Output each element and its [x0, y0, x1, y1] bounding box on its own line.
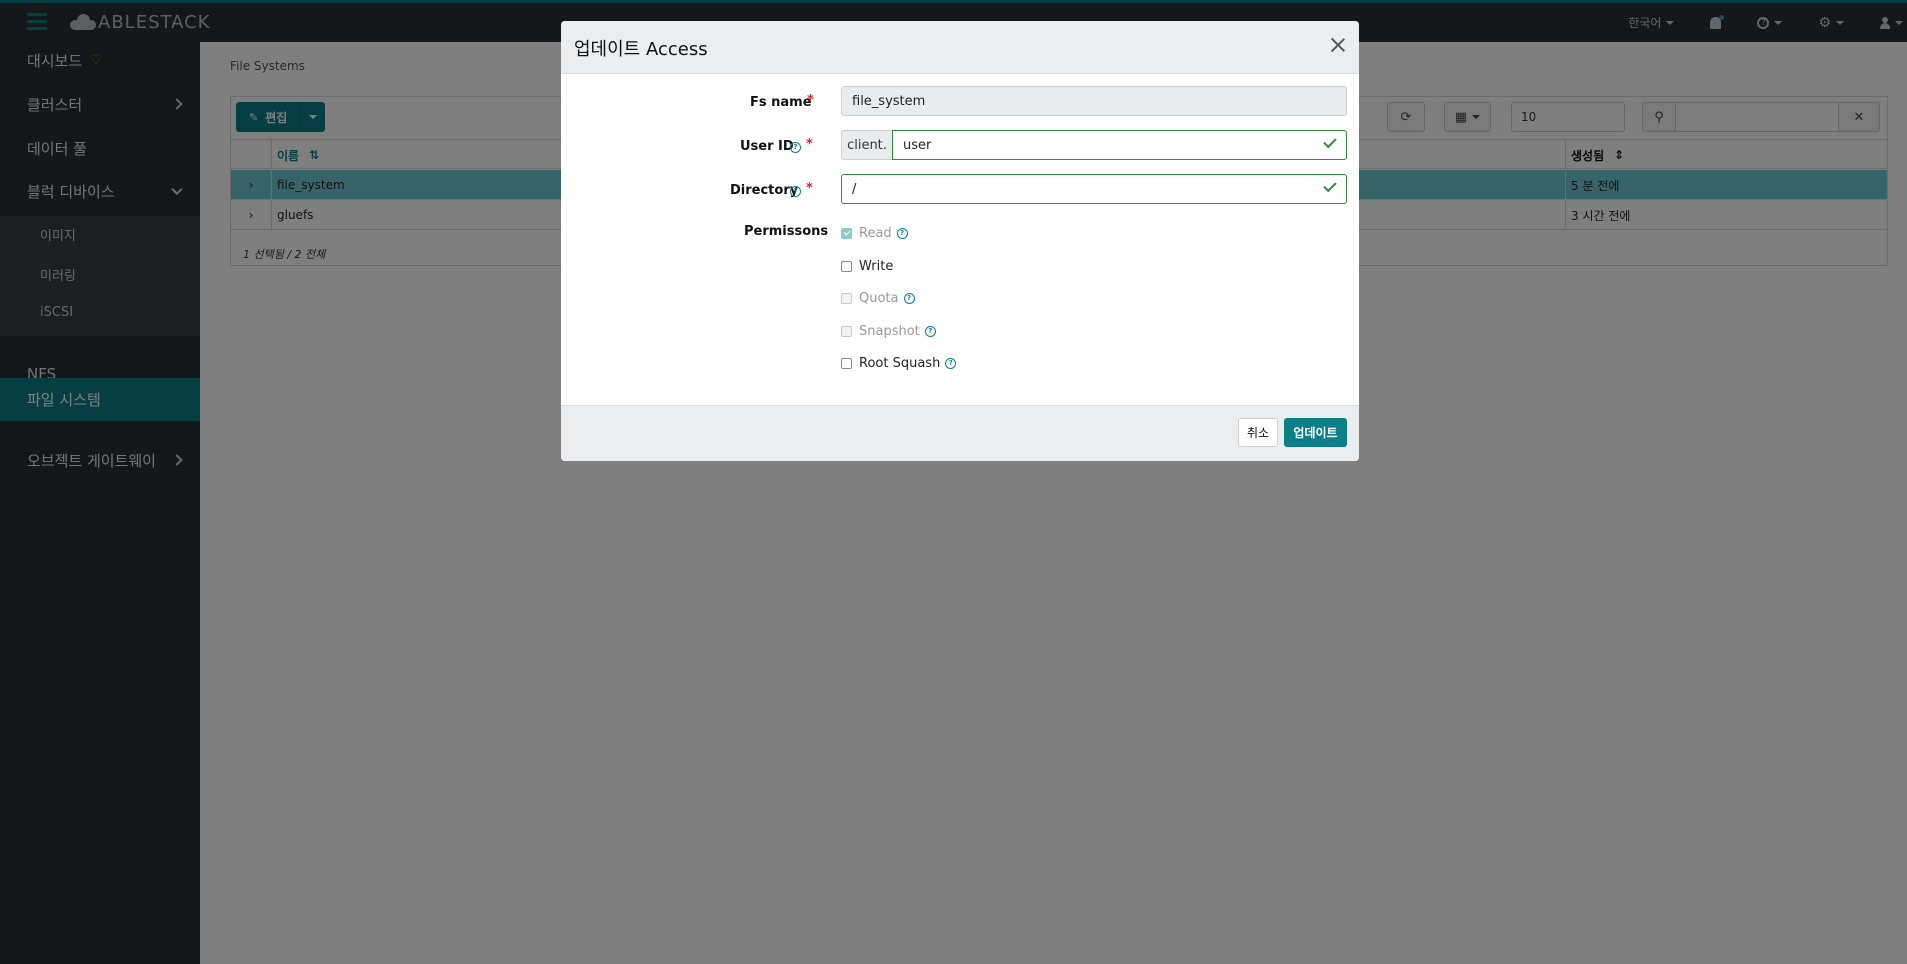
permission-snapshot[interactable]: Snapshot ? [841, 324, 936, 339]
help-icon[interactable]: ? [945, 358, 957, 369]
update-button[interactable]: 업데이트 [1284, 418, 1347, 447]
help-icon[interactable]: ? [903, 293, 915, 304]
cancel-button[interactable]: 취소 [1238, 418, 1278, 447]
snapshot-checkbox[interactable] [841, 326, 852, 337]
help-icon[interactable]: ? [790, 142, 801, 153]
user-id-prefix: client. [841, 130, 893, 160]
read-checkbox[interactable] [841, 228, 852, 239]
permission-root-squash[interactable]: Root Squash ? [841, 356, 957, 371]
modal-header: 업데이트 Access [561, 21, 1359, 74]
permission-read[interactable]: Read ? [841, 226, 908, 241]
directory-label: Directory [730, 183, 799, 198]
directory-input[interactable]: / [841, 174, 1347, 204]
fs-name-field[interactable]: file_system [841, 86, 1347, 116]
help-icon[interactable]: ? [896, 228, 908, 239]
write-checkbox[interactable] [841, 261, 852, 272]
close-icon[interactable] [1328, 35, 1348, 55]
quota-checkbox[interactable] [841, 293, 852, 304]
help-icon[interactable]: ? [790, 186, 801, 197]
modal-footer: 취소 업데이트 [561, 405, 1359, 461]
fs-name-label: Fs name [750, 95, 812, 110]
update-access-modal: 업데이트 Access Fs name * file_system User I… [561, 21, 1359, 461]
permission-write[interactable]: Write [841, 259, 893, 274]
check-icon [1323, 134, 1337, 149]
modal-title: 업데이트 Access [574, 39, 708, 60]
root-squash-checkbox[interactable] [841, 358, 852, 369]
permissions-label: Permissons [744, 224, 829, 239]
user-id-label: User ID [740, 139, 794, 154]
help-icon[interactable]: ? [924, 326, 936, 337]
required-marker: * [806, 137, 813, 152]
required-marker: * [806, 181, 813, 196]
required-marker: * [807, 93, 814, 108]
check-icon [1323, 178, 1337, 193]
user-id-input[interactable]: user [892, 130, 1347, 160]
permission-quota[interactable]: Quota ? [841, 291, 915, 306]
